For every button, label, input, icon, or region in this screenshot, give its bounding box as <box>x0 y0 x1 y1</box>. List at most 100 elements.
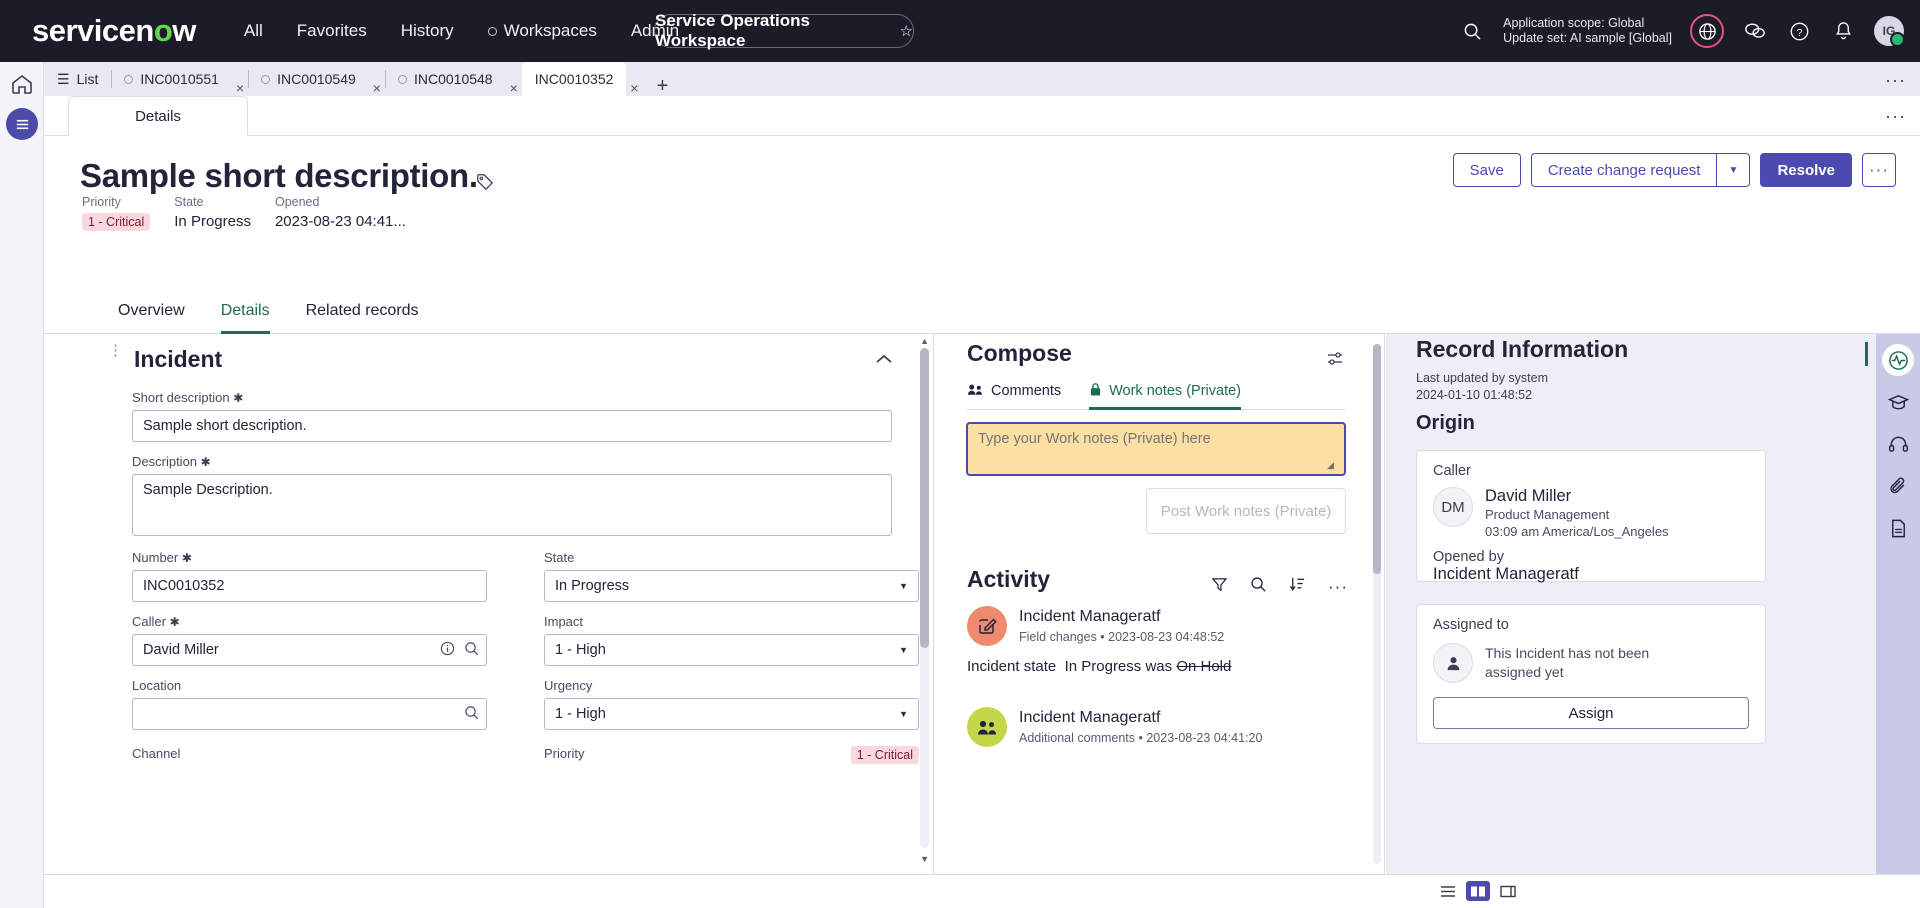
nav-item-all[interactable]: All <box>244 21 263 41</box>
chevron-down-icon[interactable]: ▼ <box>1716 153 1751 187</box>
resolve-button[interactable]: Resolve <box>1760 153 1852 187</box>
location-input[interactable] <box>132 698 487 730</box>
search-icon[interactable] <box>1250 576 1267 598</box>
lookup-search-icon[interactable] <box>464 705 479 725</box>
activity-more-icon[interactable]: ··· <box>1328 577 1348 597</box>
star-icon[interactable]: ☆ <box>900 22 913 40</box>
description-textarea[interactable]: Sample Description. <box>132 474 892 536</box>
activity-stream-icon[interactable] <box>1882 344 1914 376</box>
short-description-input[interactable] <box>132 410 892 442</box>
urgency-select[interactable]: 1 - High ▼ <box>544 698 919 730</box>
chevron-up-icon[interactable] <box>875 352 893 370</box>
tag-icon[interactable] <box>476 173 494 196</box>
tab-work-notes-label: Work notes (Private) <box>1109 383 1241 399</box>
form-scrollbar-thumb[interactable] <box>920 348 929 648</box>
user-avatar[interactable]: IG <box>1874 16 1905 47</box>
work-notes-textarea[interactable] <box>966 422 1346 476</box>
tab-details-section[interactable]: Details <box>220 289 270 334</box>
assign-button-wrap: Assign <box>1433 697 1749 729</box>
bottom-bar <box>44 874 1920 908</box>
tab-list[interactable]: ☰ List <box>44 62 111 96</box>
activity-subtitle: Additional comments • 2023-08-23 04:41:2… <box>1019 731 1263 745</box>
tab-work-notes[interactable]: Work notes (Private) <box>1089 380 1241 410</box>
activity-scrollbar-thumb[interactable] <box>1373 344 1381 574</box>
tab-related-records[interactable]: Related records <box>306 289 419 334</box>
tab-comments[interactable]: Comments <box>967 380 1061 409</box>
close-icon[interactable]: × <box>369 80 385 96</box>
close-icon[interactable]: × <box>232 80 248 96</box>
home-icon[interactable] <box>10 72 34 96</box>
application-scope[interactable]: Application scope: Global Update set: AI… <box>1503 16 1672 47</box>
opened-by-value[interactable]: Incident Manageratf <box>1433 565 1749 584</box>
nav-item-history[interactable]: History <box>401 21 454 41</box>
document-icon[interactable] <box>1882 512 1914 544</box>
status-badge: 1 - Critical <box>82 213 151 231</box>
workspace-menu-icon[interactable] <box>6 108 38 140</box>
location-input-icons <box>464 705 479 725</box>
last-updated-label: Last updated by system <box>1416 371 1549 385</box>
tab-inc0010549[interactable]: INC0010549 <box>248 62 369 96</box>
close-icon[interactable]: × <box>506 80 522 96</box>
filter-icon[interactable] <box>1211 576 1228 598</box>
global-header-right: Application scope: Global Update set: AI… <box>1459 0 1905 62</box>
nav-item-favorites[interactable]: Favorites <box>297 21 367 41</box>
record-meta-row: Priority 1 - Critical State In Progress … <box>82 195 430 231</box>
workspace-selector[interactable]: Service Operations Workspace ☆ <box>654 11 914 50</box>
details-more-icon[interactable]: ··· <box>1885 106 1906 127</box>
conversations-icon[interactable] <box>1742 18 1768 44</box>
caller-identity[interactable]: DM David Miller Product Management 03:09… <box>1433 487 1749 540</box>
layout-list-icon[interactable] <box>1436 881 1460 901</box>
tab-strip-more-icon[interactable]: ··· <box>1885 70 1906 91</box>
close-icon[interactable]: × <box>626 80 642 96</box>
layout-panel-icon[interactable] <box>1496 881 1520 901</box>
drag-handle-icon[interactable]: ⋮ <box>108 343 123 358</box>
attachments-paperclip-icon[interactable] <box>1882 470 1914 502</box>
activity-scrollbar[interactable] <box>1373 344 1381 864</box>
caller-name[interactable]: David Miller <box>1485 487 1669 506</box>
assigned-to-card: Assigned to This Incident has not been a… <box>1416 604 1766 744</box>
notifications-bell-icon[interactable] <box>1830 18 1856 44</box>
logo-text-accent: o <box>153 13 173 48</box>
tab-inc0010551[interactable]: INC0010551 <box>111 62 232 96</box>
tab-inc0010352[interactable]: INC0010352 <box>521 62 627 96</box>
tab-inc0010548[interactable]: INC0010548 <box>384 62 506 96</box>
meta-priority-value: 1 - Critical <box>82 213 151 231</box>
resize-handle-icon[interactable]: ◢ <box>1327 460 1334 471</box>
info-icon[interactable] <box>440 641 455 661</box>
save-button[interactable]: Save <box>1452 153 1521 187</box>
logo-text-part2: w <box>172 13 196 48</box>
tab-details[interactable]: Details <box>68 96 248 136</box>
application-scope-line: Application scope: Global <box>1503 15 1645 30</box>
caller-input[interactable] <box>132 634 487 666</box>
assign-button[interactable]: Assign <box>1433 697 1749 729</box>
tab-overview[interactable]: Overview <box>118 289 185 334</box>
scroll-up-icon[interactable]: ▲ <box>920 336 929 346</box>
agent-assist-headset-icon[interactable] <box>1882 428 1914 460</box>
compose-settings-icon[interactable] <box>1326 350 1344 373</box>
impact-select[interactable]: 1 - High ▼ <box>544 634 919 666</box>
incident-form-panel: ⋮ Incident Short description ✱ Descripti… <box>44 334 934 874</box>
help-icon[interactable]: ? <box>1786 18 1812 44</box>
post-work-notes-button[interactable]: Post Work notes (Private) <box>1146 488 1346 534</box>
field-impact: Impact 1 - High ▼ <box>544 614 919 666</box>
change-old-value: On Hold <box>1176 658 1232 675</box>
lookup-search-icon[interactable] <box>464 641 479 661</box>
search-icon[interactable] <box>1459 18 1485 44</box>
scroll-down-icon[interactable]: ▼ <box>920 854 929 864</box>
assigned-to-empty-state: This Incident has not been assigned yet <box>1433 643 1749 683</box>
servicenow-logo[interactable]: servicenow <box>32 13 196 49</box>
layout-split-icon[interactable] <box>1466 881 1490 901</box>
form-scrollbar[interactable] <box>920 348 929 848</box>
nav-item-workspaces[interactable]: Workspaces <box>487 21 597 41</box>
knowledge-graduation-cap-icon[interactable] <box>1882 386 1914 418</box>
state-select[interactable]: In Progress ▼ <box>544 570 919 602</box>
number-input[interactable] <box>132 570 487 602</box>
tab-label: INC0010352 <box>534 71 614 87</box>
impact-select-value: 1 - High <box>555 642 606 658</box>
new-tab-icon[interactable]: + <box>643 76 683 96</box>
sort-icon[interactable] <box>1289 576 1306 598</box>
record-more-icon[interactable]: ··· <box>1862 153 1896 187</box>
create-change-request-button[interactable]: Create change request <box>1530 153 1717 187</box>
record-status-icon <box>261 74 271 84</box>
globe-icon[interactable] <box>1690 14 1724 48</box>
